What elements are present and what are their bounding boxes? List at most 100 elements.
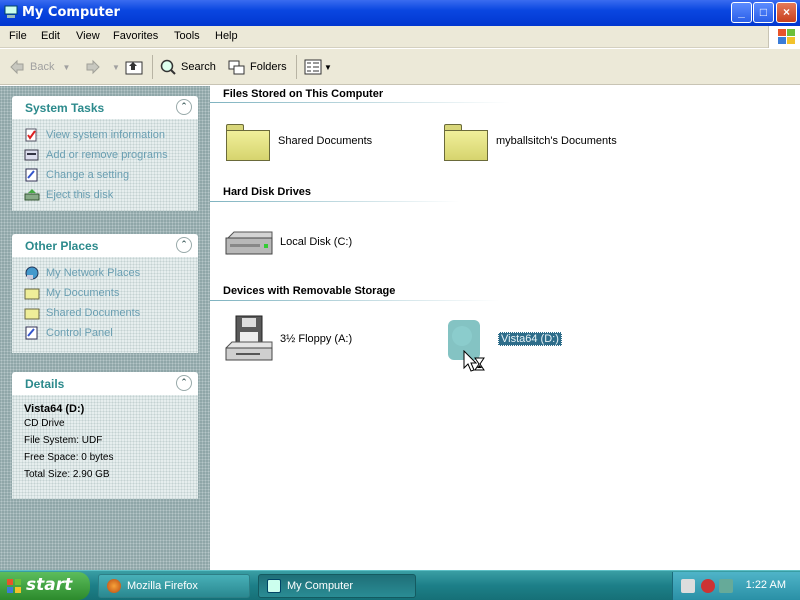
close-button[interactable]: ×	[776, 2, 797, 23]
system-tray: 1:22 AM	[672, 572, 800, 600]
details-drive-type: CD Drive	[24, 418, 65, 429]
item-label: 3½ Floppy (A:)	[280, 333, 353, 345]
folder-icon	[24, 308, 40, 320]
other-places-panel: Other Places ⌃ My Network Places My Docu…	[12, 234, 198, 353]
forward-button[interactable]: ▼	[84, 57, 120, 77]
system-tasks-title: System Tasks	[25, 101, 105, 115]
place-shared-documents[interactable]: Shared Documents	[24, 303, 186, 323]
content-pane: Files Stored on This Computer Shared Doc…	[210, 86, 800, 570]
task-label: View system information	[46, 129, 166, 141]
task-change-setting[interactable]: Change a setting	[24, 165, 186, 185]
item-local-disk-c[interactable]: Local Disk (C:)	[224, 224, 352, 260]
hard-disk-icon	[225, 231, 273, 255]
details-title: Details	[25, 377, 65, 391]
task-view-system-info[interactable]: View system information	[24, 125, 186, 145]
toolbar-separator	[296, 55, 297, 79]
item-user-documents[interactable]: myballsitch's Documents	[442, 120, 617, 162]
item-label: Vista64 (D:)	[498, 332, 562, 346]
group-title-removable-storage: Devices with Removable Storage	[223, 285, 396, 297]
task-pane: System Tasks ⌃ View system information A…	[0, 86, 210, 570]
menu-edit[interactable]: Edit	[41, 30, 60, 42]
maximize-button[interactable]: □	[753, 2, 774, 23]
group-title-files-stored: Files Stored on This Computer	[223, 88, 384, 100]
item-label: Local Disk (C:)	[280, 236, 353, 248]
taskbar-firefox[interactable]: Mozilla Firefox	[98, 574, 250, 598]
folders-icon	[228, 60, 245, 75]
my-computer-icon	[267, 579, 281, 593]
place-label: Control Panel	[46, 327, 113, 339]
add-remove-programs-icon	[24, 149, 39, 161]
menu-favorites[interactable]: Favorites	[113, 30, 158, 42]
item-label: Shared Documents	[278, 135, 373, 147]
system-tasks-panel: System Tasks ⌃ View system information A…	[12, 96, 198, 211]
taskbar-my-computer[interactable]: My Computer	[258, 574, 416, 598]
place-my-network-places[interactable]: My Network Places	[24, 263, 186, 283]
network-tray-icon[interactable]	[681, 579, 695, 593]
firefox-icon	[107, 579, 121, 593]
group-divider	[210, 201, 460, 202]
task-add-remove-programs[interactable]: Add or remove programs	[24, 145, 186, 165]
details-header[interactable]: Details ⌃	[12, 372, 198, 395]
taskbar-item-label: My Computer	[287, 580, 354, 592]
views-dropdown-icon[interactable]: ▼	[324, 63, 332, 72]
task-label: Eject this disk	[46, 189, 114, 201]
search-label: Search	[181, 61, 216, 73]
explorer-window: My Computer _ □ × File Edit View Favorit…	[0, 0, 800, 570]
folder-icon	[442, 120, 490, 162]
folders-button[interactable]: Folders	[228, 57, 287, 77]
taskbar-item-label: Mozilla Firefox	[127, 580, 198, 592]
collapse-chevron-icon[interactable]: ⌃	[176, 375, 192, 391]
system-tasks-header[interactable]: System Tasks ⌃	[12, 96, 198, 119]
back-button[interactable]: Back ▼	[8, 57, 70, 77]
forward-dropdown-icon[interactable]: ▼	[112, 63, 120, 72]
windows-flag-icon	[7, 579, 21, 593]
place-control-panel[interactable]: Control Panel	[24, 323, 186, 343]
back-label: Back	[30, 61, 55, 73]
folder-icon	[24, 288, 40, 300]
place-label: Shared Documents	[46, 307, 141, 319]
window-title: My Computer	[22, 5, 120, 20]
clock: 1:22 AM	[745, 579, 786, 591]
item-vista64-d[interactable]: Vista64 (D:)	[442, 314, 562, 364]
folder-up-icon	[125, 61, 143, 75]
menu-tools[interactable]: Tools	[174, 30, 200, 42]
views-icon	[304, 59, 322, 75]
control-panel-icon	[25, 326, 38, 340]
toolbar: Back ▼ ▼ Search Folders ▼	[0, 49, 800, 85]
forward-arrow-icon	[86, 59, 100, 75]
my-computer-icon	[4, 5, 18, 18]
busy-cursor-icon	[463, 350, 485, 372]
taskbar: start Mozilla Firefox My Computer 1:22 A…	[0, 570, 800, 600]
search-button[interactable]: Search	[159, 57, 216, 77]
system-info-icon	[25, 128, 37, 142]
other-places-header[interactable]: Other Places ⌃	[12, 234, 198, 257]
menu-bar: File Edit View Favorites Tools Help	[0, 26, 800, 48]
toolbar-separator	[152, 55, 153, 79]
details-file-system: File System: UDF	[24, 435, 103, 446]
item-floppy-a[interactable]: 3½ Floppy (A:)	[224, 314, 352, 364]
other-places-title: Other Places	[25, 239, 99, 253]
details-drive-name: Vista64 (D:)	[24, 403, 85, 415]
security-tray-icon[interactable]	[701, 579, 715, 593]
item-shared-documents[interactable]: Shared Documents	[224, 120, 372, 162]
menu-help[interactable]: Help	[215, 30, 238, 42]
minimize-button[interactable]: _	[731, 2, 752, 23]
folders-label: Folders	[250, 61, 287, 73]
task-eject-disk[interactable]: Eject this disk	[24, 185, 186, 205]
place-my-documents[interactable]: My Documents	[24, 283, 186, 303]
title-bar[interactable]: My Computer _ □ ×	[0, 0, 800, 26]
up-button[interactable]	[125, 57, 147, 77]
collapse-chevron-icon[interactable]: ⌃	[176, 99, 192, 115]
floppy-drive-icon	[225, 315, 273, 361]
drive-tray-icon[interactable]	[719, 579, 733, 593]
group-title-hard-disk-drives: Hard Disk Drives	[223, 186, 312, 198]
back-dropdown-icon[interactable]: ▼	[62, 63, 70, 72]
details-total-size: Total Size: 2.90 GB	[24, 469, 110, 480]
folder-icon	[224, 120, 272, 162]
place-label: My Network Places	[46, 267, 141, 279]
collapse-chevron-icon[interactable]: ⌃	[176, 237, 192, 253]
views-button[interactable]: ▼	[304, 57, 332, 77]
start-button[interactable]: start	[0, 572, 90, 600]
menu-view[interactable]: View	[76, 30, 100, 42]
menu-file[interactable]: File	[9, 30, 27, 42]
